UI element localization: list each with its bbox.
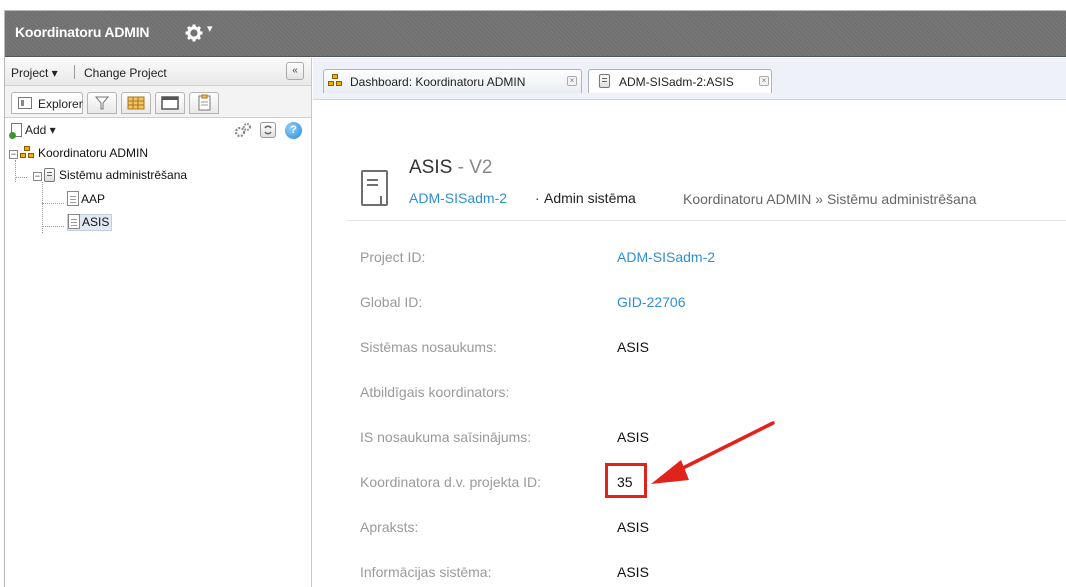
collapse-panel-button[interactable]: « [286,62,304,80]
tab-adm-sisadm-2-asis[interactable]: ADM-SISadm-2:ASIS × [588,69,772,93]
tree-collapse-toggle[interactable]: − [9,150,18,159]
field-value-system-name: ASIS [617,339,649,355]
app-title: Koordinatoru ADMIN [15,24,150,40]
tree-guide [15,177,27,178]
breadcrumb: Koordinatoru ADMIN » Sistēmu administrēš… [683,191,977,207]
field-label-information-system: Informācijas sistēma: [360,564,492,580]
close-icon[interactable]: × [759,76,769,86]
view-tabs: Explorer [5,86,311,118]
change-project-link[interactable]: Change Project [84,66,167,80]
add-document-icon [9,123,22,139]
system-icon [361,170,388,206]
field-value-global-id[interactable]: GID-22706 [617,294,685,310]
project-bar: Project ▾ Change Project « [5,58,311,86]
subtitle-separator: · [535,190,540,206]
app-window: Koordinatoru ADMIN ▾ Project ▾ Change Pr… [4,10,1066,587]
field-label-project-id: Project ID: [360,249,426,265]
annotation-arrow-icon [651,421,775,484]
tab-label: ADM-SISadm-2:ASIS [619,75,734,89]
settings-menu-button[interactable]: ▾ [185,22,225,44]
refresh-button[interactable] [260,122,276,138]
tree-node-aap[interactable]: AAP [67,191,105,209]
tab-clipboard[interactable] [189,92,219,114]
page-title: ASIS - V2 [409,157,492,179]
explorer-icon [18,97,32,109]
highlight-box [605,463,647,498]
add-label: Add ▾ [25,123,56,137]
explorer-panel: Project ▾ Change Project « Explorer Add … [5,58,312,587]
organization-icon [20,146,36,160]
organization-icon [328,74,344,88]
document-icon [67,191,79,206]
tree-selection: ASIS [67,214,113,231]
tree-node-koordinatoru-admin[interactable]: − Koordinatoru ADMIN [9,146,148,164]
tab-window[interactable] [155,92,185,114]
content-toolbar [313,101,1066,137]
content-panel: Dashboard: Koordinatoru ADMIN × ADM-SISa… [313,58,1066,587]
window-icon [161,96,179,110]
field-label-coordinator-project-id: Koordinatora d.v. projekta ID: [360,474,542,490]
tab-filter[interactable] [87,92,117,114]
tree-toolbar: Add ▾ ? [5,119,311,143]
add-button[interactable]: Add ▾ [9,123,56,139]
chevron-down-icon: ▾ [207,23,213,35]
gears-button[interactable] [233,122,253,143]
tree-node-label: Koordinatoru ADMIN [38,146,149,160]
tree-node-label: AAP [81,192,106,206]
gears-icon [234,123,251,138]
grid-icon [127,96,145,110]
field-label-description: Apraksts: [360,519,419,535]
title-separator: - [452,157,470,178]
document-icon [68,214,80,229]
tree-guide [42,203,64,204]
tree-node-sistemu-administresana[interactable]: − Sistēmu administrēšana [33,168,187,186]
system-icon [599,74,610,88]
refresh-icon [264,125,272,135]
divider [74,65,75,79]
system-icon [44,168,55,182]
field-value-information-system: ASIS [617,564,649,580]
tab-strip: Dashboard: Koordinatoru ADMIN × ADM-SISa… [313,58,1066,100]
tree-node-label: Sistēmu administrēšana [59,168,188,182]
entity-version: V2 [469,157,493,178]
entity-id-link[interactable]: ADM-SISadm-2 [409,190,507,206]
field-value-description: ASIS [617,519,649,535]
help-icon[interactable]: ? [285,122,302,139]
close-icon[interactable]: × [567,76,577,86]
field-value-project-id[interactable]: ADM-SISadm-2 [617,249,715,265]
divider [347,220,1066,221]
tab-label: Dashboard: Koordinatoru ADMIN [350,75,526,89]
tab-explorer[interactable]: Explorer [11,92,83,114]
gear-icon [185,24,203,42]
clipboard-icon [198,94,211,111]
title-bar: Koordinatoru ADMIN ▾ [5,11,1066,57]
project-menu[interactable]: Project ▾ [11,66,58,80]
tab-dashboard[interactable]: Dashboard: Koordinatoru ADMIN × [323,69,582,93]
tree-node-label: ASIS [82,215,110,229]
field-label-is-abbreviation: IS nosaukuma saīsinājums: [360,429,532,445]
entity-name: ASIS [409,157,453,178]
field-label-system-name: Sistēmas nosaukums: [360,339,497,355]
field-label-global-id: Global ID: [360,294,423,310]
tree-guide [42,226,64,227]
tree-node-asis[interactable]: ASIS [67,214,113,232]
tree-collapse-toggle[interactable]: − [33,172,42,181]
tab-grid[interactable] [121,92,151,114]
tab-explorer-label: Explorer [38,97,83,111]
filter-icon [94,96,110,110]
field-label-responsible-coordinator: Atbildīgais koordinators: [360,384,510,400]
entity-type: Admin sistēma [544,190,636,206]
